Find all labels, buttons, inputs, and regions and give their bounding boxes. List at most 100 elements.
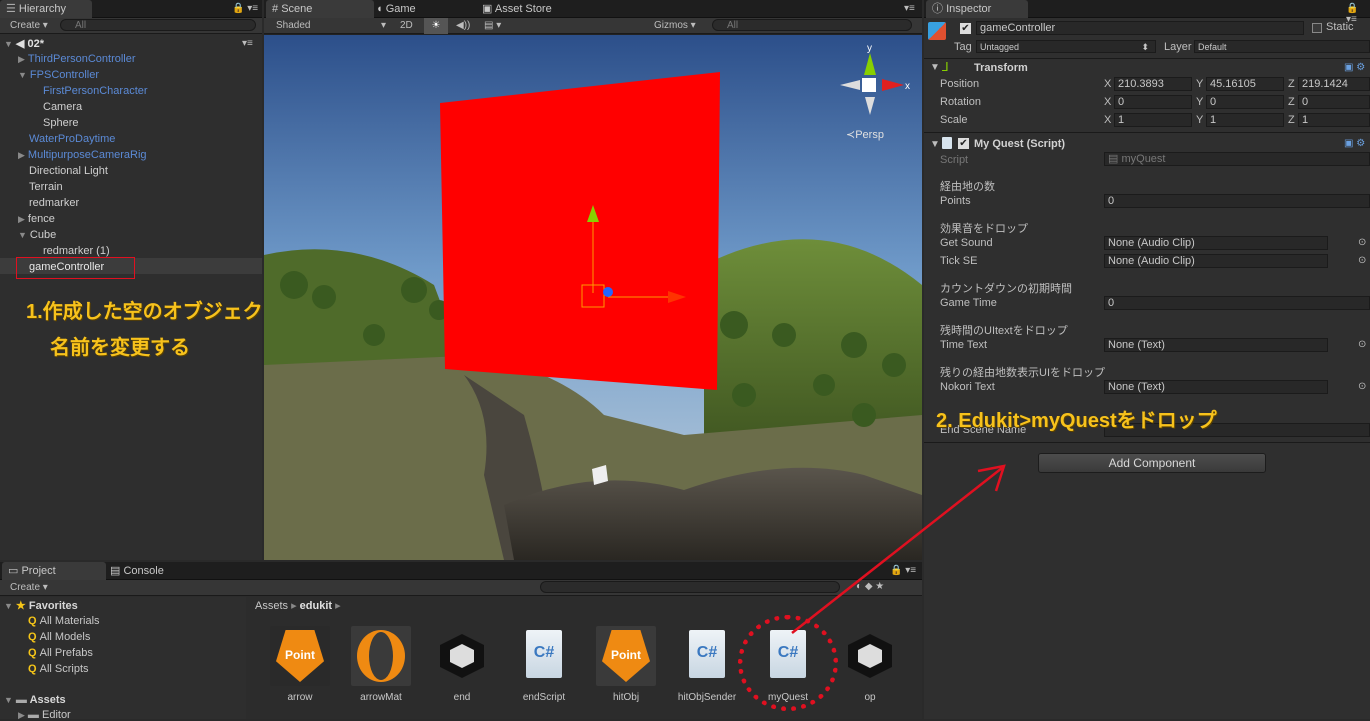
assets-header[interactable]: ▼ ▬ Assets — [4, 694, 66, 706]
field-value[interactable]: 0 — [1104, 194, 1370, 208]
asset-item[interactable]: Point arrow — [268, 626, 332, 703]
favorite-item[interactable]: Q All Models — [28, 631, 90, 643]
field-value[interactable]: None (Audio Clip) — [1104, 236, 1328, 250]
transform-z-field[interactable]: 0 — [1298, 95, 1370, 109]
object-picker-icon[interactable]: ⊙ — [1358, 339, 1366, 350]
assets-sub-folder[interactable]: ▶ ▬ Editor — [18, 709, 71, 721]
gizmo-z-handle-icon[interactable] — [603, 287, 613, 297]
tree-item[interactable]: ▶ MultipurposeCameraRig — [18, 147, 147, 163]
lighting-toggle-icon[interactable]: ☀ — [424, 18, 448, 34]
panel-menu-icon[interactable]: ▾≡ — [904, 3, 915, 14]
project-search-input[interactable] — [540, 581, 840, 593]
static-checkbox[interactable] — [1312, 23, 1322, 33]
search-icon: Q — [28, 615, 40, 627]
breadcrumb-assets[interactable]: Assets — [255, 600, 288, 612]
panel-menu-icon[interactable]: 🔒 ▾≡ — [232, 3, 258, 14]
tab-console[interactable]: ▤ Console — [104, 562, 206, 580]
asset-item[interactable]: op — [838, 626, 902, 703]
collapse-arrow-icon[interactable]: ▼ — [4, 601, 13, 611]
tree-item[interactable]: ▼ FPSController — [18, 67, 99, 83]
tree-item[interactable]: ▶ ThirdPersonController — [18, 51, 136, 67]
asset-item[interactable]: C# endScript — [512, 626, 576, 703]
transform-x-field[interactable]: 0 — [1114, 95, 1192, 109]
transform-y-field[interactable]: 0 — [1206, 95, 1284, 109]
scene-search-input[interactable]: All — [712, 19, 912, 31]
transform-row-label: Scale — [940, 114, 968, 126]
shading-dropdown[interactable]: Shaded ▾ — [276, 20, 386, 31]
favorite-item[interactable]: Q All Prefabs — [28, 647, 93, 659]
tree-item[interactable]: FirstPersonCharacter — [43, 83, 148, 99]
transform-foldout-icon[interactable]: ▼ — [930, 62, 940, 73]
transform-y-field[interactable]: 1 — [1206, 113, 1284, 127]
help-icon[interactable]: ▣ ⚙ — [1344, 138, 1365, 149]
tab-project[interactable]: ▭ Project — [2, 562, 106, 580]
tree-item[interactable]: WaterProDaytime — [29, 131, 115, 147]
tree-item[interactable]: Terrain — [29, 179, 63, 195]
collapse-arrow-icon[interactable]: ▼ — [18, 230, 27, 240]
favorite-item[interactable]: Q All Materials — [28, 615, 100, 627]
field-value[interactable]: None (Text) — [1104, 380, 1328, 394]
tab-asset-store[interactable]: ▣ Asset Store — [476, 0, 608, 18]
tab-inspector[interactable]: ⓘ Inspector — [926, 0, 1028, 18]
object-picker-icon[interactable]: ⊙ — [1358, 381, 1366, 392]
tree-item[interactable]: ▶ fence — [18, 211, 55, 227]
tree-item[interactable]: ▼ Cube — [18, 227, 56, 243]
script-enabled-checkbox[interactable]: ✔ — [958, 138, 969, 149]
collapse-arrow-icon[interactable]: ▼ — [4, 39, 13, 49]
field-value[interactable]: None (Audio Clip) — [1104, 254, 1328, 268]
toggle-2d-button[interactable]: 2D — [400, 20, 413, 31]
transform-y-field[interactable]: 45.16105 — [1206, 77, 1284, 91]
tree-item[interactable]: redmarker — [29, 195, 79, 211]
add-component-button[interactable]: Add Component — [1038, 453, 1266, 473]
asset-item[interactable]: Point hitObj — [594, 626, 658, 703]
scene-menu-icon[interactable]: ▾≡ — [242, 38, 253, 49]
create-dropdown[interactable]: Create ▾ — [10, 20, 48, 31]
favorite-item[interactable]: Q All Scripts — [28, 663, 89, 675]
layer-dropdown[interactable]: Default — [1194, 40, 1370, 53]
tree-item[interactable]: Camera — [43, 99, 82, 115]
field-value[interactable]: 0 — [1104, 296, 1370, 310]
script-foldout-icon[interactable]: ▼ — [930, 139, 940, 150]
gizmos-dropdown[interactable]: Gizmos ▾ — [654, 20, 696, 31]
tab-scene[interactable]: # Scene — [266, 0, 374, 18]
asset-item[interactable]: end — [430, 626, 494, 703]
red-plane[interactable] — [440, 72, 720, 390]
tree-item-label: Directional Light — [29, 165, 108, 177]
expand-arrow-icon[interactable]: ▶ — [18, 54, 25, 64]
audio-toggle-icon[interactable]: ◀)) — [456, 20, 470, 31]
asset-item[interactable]: arrowMat — [349, 626, 413, 703]
favorites-header[interactable]: ▼ ★ Favorites — [4, 599, 78, 612]
scene-viewport[interactable]: y x ≺Persp — [264, 35, 922, 560]
asset-name: arrowMat — [360, 692, 402, 703]
collapse-arrow-icon[interactable]: ▼ — [18, 70, 27, 80]
object-picker-icon[interactable]: ⊙ — [1358, 255, 1366, 266]
collapse-arrow-icon[interactable]: ▼ — [4, 695, 13, 705]
hierarchy-search-input[interactable]: All — [60, 19, 256, 31]
panel-menu-icon[interactable]: 🔒 ▾≡ — [890, 565, 916, 576]
expand-arrow-icon[interactable]: ▶ — [18, 150, 25, 160]
scene-root-row[interactable]: ▼ ◀ 02* — [4, 36, 44, 52]
object-name-field[interactable]: gameController — [976, 21, 1304, 35]
tree-item[interactable]: Sphere — [43, 115, 78, 131]
help-icon[interactable]: ▣ ⚙ — [1344, 62, 1365, 73]
effects-dropdown-icon[interactable]: ▤ ▾ — [484, 20, 501, 31]
breadcrumb-edukit[interactable]: edukit — [300, 600, 332, 612]
tree-item-gamecontroller[interactable]: gameController — [29, 259, 104, 275]
tree-item[interactable]: Directional Light — [29, 163, 108, 179]
transform-x-field[interactable]: 1 — [1114, 113, 1192, 127]
tab-game[interactable]: ◖ Game — [370, 0, 482, 18]
tag-dropdown[interactable]: Untagged ⬍ — [976, 40, 1156, 53]
transform-x-field[interactable]: 210.3893 — [1114, 77, 1192, 91]
create-dropdown[interactable]: Create ▾ — [10, 582, 48, 593]
transform-z-field[interactable]: 1 — [1298, 113, 1370, 127]
persp-label[interactable]: ≺Persp — [846, 129, 884, 141]
tab-hierarchy[interactable]: ☰ Hierarchy — [0, 0, 92, 18]
field-value[interactable]: None (Text) — [1104, 338, 1328, 352]
filter-icons[interactable]: ◐ ◆ ★ — [856, 581, 884, 592]
object-picker-icon[interactable]: ⊙ — [1358, 237, 1366, 248]
active-checkbox[interactable]: ✔ — [960, 23, 971, 34]
transform-z-field[interactable]: 219.1424 — [1298, 77, 1370, 91]
unity-scene-icon: ◀ — [15, 38, 25, 50]
asset-item[interactable]: C# hitObjSender — [675, 626, 739, 703]
expand-arrow-icon[interactable]: ▶ — [18, 214, 25, 224]
